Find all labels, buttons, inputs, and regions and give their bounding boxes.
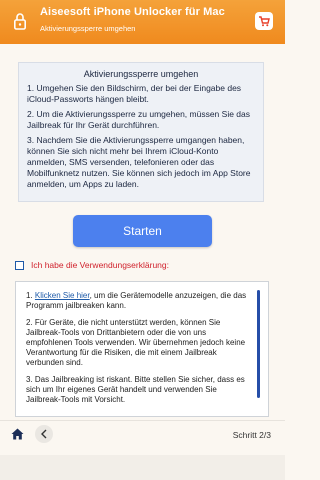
title-bar: Aiseesoft iPhone Unlocker für Mac Aktivi…: [0, 0, 285, 44]
home-button[interactable]: [8, 425, 26, 443]
step-indicator: Schritt 2/3: [232, 430, 271, 440]
footer-divider: [0, 420, 285, 421]
terms-item-prefix: 1.: [26, 291, 35, 300]
instruction-step: 1. Umgehen Sie den Bildschirm, der bei d…: [27, 83, 242, 104]
app-window: Aiseesoft iPhone Unlocker für Mac Aktivi…: [0, 0, 285, 480]
terms-text: 1. Klicken Sie hier, um die Gerätemodell…: [26, 291, 252, 412]
app-title: Aiseesoft iPhone Unlocker für Mac: [40, 6, 225, 18]
instruction-step: 2. Um die Aktivierungssperre zu umgehen,…: [27, 109, 251, 130]
device-models-link[interactable]: Klicken Sie hier: [35, 291, 90, 300]
back-button[interactable]: [35, 425, 53, 443]
chevron-left-icon: [41, 429, 47, 439]
terms-scrollbar[interactable]: [257, 290, 260, 398]
instruction-step: 3. Nachdem Sie die Aktivierungssperre um…: [27, 135, 251, 189]
bottom-area: [0, 455, 285, 480]
cart-icon: [259, 16, 270, 27]
cart-button[interactable]: [255, 12, 273, 30]
instructions-title: Aktivierungssperre umgehen: [83, 69, 199, 79]
agreement-row[interactable]: Ich habe die Verwendungserklärung:: [15, 260, 169, 270]
lock-icon: [14, 13, 26, 30]
terms-item: 3. Das Jailbreaking ist riskant. Bitte s…: [26, 375, 245, 404]
terms-item: 2. Für Geräte, die nicht unterstützt wer…: [26, 318, 246, 367]
agreement-checkbox[interactable]: [15, 260, 24, 270]
home-icon: [11, 428, 23, 440]
instructions-panel: Aktivierungssperre umgehen 1. Umgehen Si…: [18, 62, 264, 202]
start-button[interactable]: Starten: [73, 215, 212, 247]
agreement-label: Ich habe die Verwendungserklärung:: [31, 260, 169, 270]
page-subtitle: Aktivierungssperre umgehen: [40, 24, 136, 33]
terms-item: 1. Klicken Sie hier, um die Gerätemodell…: [26, 291, 252, 311]
terms-panel[interactable]: 1. Klicken Sie hier, um die Gerätemodell…: [15, 281, 269, 417]
